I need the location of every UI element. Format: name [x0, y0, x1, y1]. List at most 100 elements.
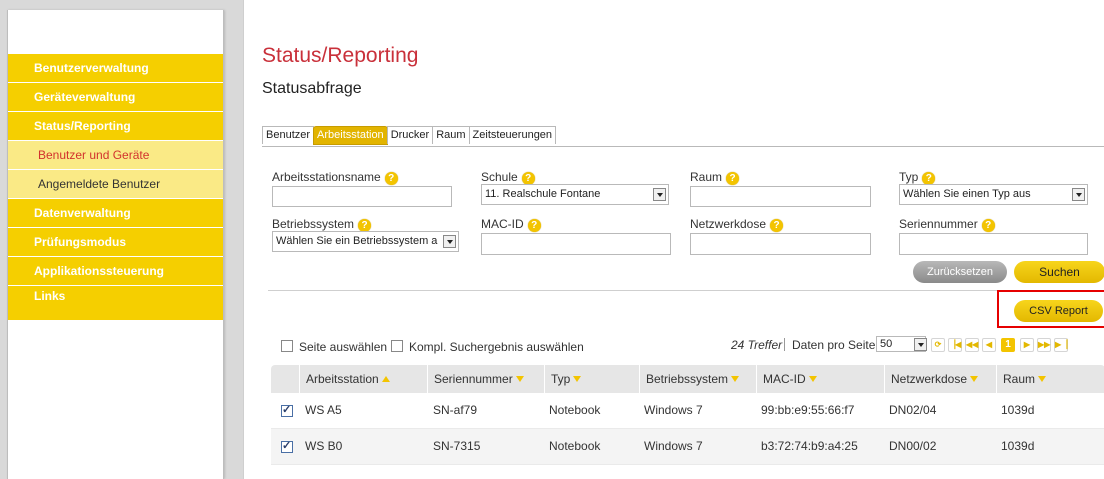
divider	[268, 290, 1104, 291]
column-header-macid[interactable]: MAC-ID	[756, 365, 884, 393]
macid-label-text: MAC-ID	[481, 217, 524, 231]
cell-macid: 99:bb:e9:55:66:f7	[761, 403, 855, 417]
help-icon[interactable]: ?	[384, 172, 398, 185]
cell-betriebssystem: Windows 7	[644, 439, 703, 453]
sidebar-item-links[interactable]: Links	[8, 286, 223, 321]
cell-netzwerkdose: DN02/04	[889, 403, 937, 417]
sidebar-item-benutzerverwaltung[interactable]: Benutzerverwaltung	[8, 54, 223, 83]
macid-input[interactable]	[481, 233, 671, 255]
column-header-label: MAC-ID	[763, 372, 806, 386]
help-icon[interactable]: ?	[527, 219, 541, 232]
chevron-down-icon[interactable]	[1072, 188, 1085, 201]
seriennummer-input[interactable]	[899, 233, 1088, 255]
cell-raum: 1039d	[1001, 439, 1035, 453]
sort-icon	[573, 376, 582, 382]
first-page-icon[interactable]: ▕◀	[948, 338, 962, 352]
sidebar-item-datenverwaltung[interactable]: Datenverwaltung	[8, 199, 223, 228]
sidebar-item-status-reporting[interactable]: Status/Reporting	[8, 112, 223, 141]
cell-seriennummer: SN-7315	[433, 439, 481, 453]
table-row	[271, 465, 1104, 477]
next-block-icon[interactable]: ▶▶	[1037, 338, 1051, 352]
tab-raum[interactable]: Raum	[432, 126, 470, 144]
betriebssystem-select[interactable]: Wählen Sie ein Betriebssystem a	[272, 231, 459, 252]
chevron-down-icon[interactable]	[653, 188, 666, 201]
betriebssystem-label: Betriebssystem?	[272, 217, 372, 232]
sort-icon	[515, 376, 524, 382]
cell-macid: b3:72:74:b9:a4:25	[761, 439, 858, 453]
cell-seriennummer: SN-af79	[433, 403, 478, 417]
typ-label: Typ?	[899, 170, 936, 185]
tab-drucker[interactable]: Drucker	[386, 126, 434, 144]
schule-select[interactable]: 11. Realschule Fontane	[481, 184, 669, 205]
last-page-icon[interactable]: ▶▕	[1054, 338, 1068, 352]
table-row[interactable]: WS A5 SN-af79 Notebook Windows 7 99:bb:e…	[271, 393, 1104, 429]
sort-icon	[731, 376, 740, 382]
refresh-icon[interactable]: ⟳	[931, 338, 945, 352]
arbeitsstationsname-input[interactable]	[272, 186, 452, 207]
prev-page-icon[interactable]: ◀	[982, 338, 996, 352]
select-all-label: Kompl. Suchergebnis auswählen	[409, 340, 584, 354]
tab-benutzer[interactable]: Benutzer	[262, 126, 315, 144]
sidebar-item-pruefungsmodus[interactable]: Prüfungsmodus	[8, 228, 223, 257]
arbeitsstationsname-label-text: Arbeitsstationsname	[272, 170, 381, 184]
prev-block-icon[interactable]: ◀◀	[965, 338, 979, 352]
column-header-betriebssystem[interactable]: Betriebssystem	[639, 365, 756, 393]
cell-netzwerkdose: DN00/02	[889, 439, 937, 453]
tab-arbeitsstation[interactable]: Arbeitsstation	[313, 126, 388, 145]
sidebar-item-applikationssteuerung[interactable]: Applikationssteuerung	[8, 257, 223, 286]
typ-label-text: Typ	[899, 170, 919, 184]
select-page-option[interactable]: Seite auswählen	[281, 340, 387, 354]
raum-input[interactable]	[690, 186, 871, 207]
column-header-seriennummer[interactable]: Seriennummer	[427, 365, 544, 393]
sort-asc-icon	[381, 376, 390, 382]
help-icon[interactable]: ?	[726, 172, 740, 185]
cell-raum: 1039d	[1001, 403, 1035, 417]
betriebssystem-label-text: Betriebssystem	[272, 217, 355, 231]
page-title: Status/Reporting	[262, 44, 419, 67]
typ-select-value: Wählen Sie einen Typ aus	[903, 188, 1031, 200]
select-page-label: Seite auswählen	[299, 340, 388, 354]
chevron-down-icon[interactable]	[443, 235, 456, 248]
next-page-icon[interactable]: ▶	[1020, 338, 1034, 352]
search-button[interactable]: Suchen	[1014, 261, 1104, 283]
typ-select[interactable]: Wählen Sie einen Typ aus	[899, 184, 1088, 205]
select-all-option[interactable]: Kompl. Suchergebnis auswählen	[391, 340, 584, 354]
netzwerkdose-label-text: Netzwerkdose	[690, 217, 767, 231]
tab-zeitsteuerungen[interactable]: Zeitsteuerungen	[468, 126, 557, 144]
column-header-raum[interactable]: Raum	[996, 365, 1104, 393]
csv-report-highlight	[997, 290, 1104, 328]
tab-divider	[262, 146, 1104, 147]
reset-button[interactable]: Zurücksetzen	[913, 261, 1007, 283]
hit-count: 24 Treffer	[731, 338, 783, 352]
column-header-label: Raum	[1003, 372, 1036, 386]
chevron-down-icon[interactable]	[914, 338, 927, 351]
cell-typ: Notebook	[549, 439, 601, 453]
left-frame: Benutzerverwaltung Geräteverwaltung Stat…	[0, 0, 243, 479]
column-header-label: Betriebssystem	[646, 372, 729, 386]
sort-icon	[970, 376, 979, 382]
column-header-typ[interactable]: Typ	[544, 365, 639, 393]
cell-betriebssystem: Windows 7	[644, 403, 703, 417]
column-header-arbeitsstation[interactable]: Arbeitsstation	[299, 365, 427, 393]
main-content: Status/Reporting Statusabfrage Benutzer A…	[243, 0, 1104, 479]
sidebar-subitem-angemeldete-benutzer[interactable]: Angemeldete Benutzer	[8, 170, 223, 199]
sidebar-subitem-benutzer-und-geraete[interactable]: Benutzer und Geräte	[8, 141, 223, 170]
row-checkbox[interactable]	[281, 403, 293, 417]
sort-icon	[808, 376, 817, 382]
help-icon[interactable]: ?	[770, 219, 784, 232]
checkbox[interactable]	[391, 340, 403, 352]
table-row[interactable]: WS B0 SN-7315 Notebook Windows 7 b3:72:7…	[271, 429, 1104, 465]
column-header-label: Arbeitsstation	[306, 372, 379, 386]
checkbox[interactable]	[281, 340, 293, 352]
help-icon[interactable]: ?	[981, 219, 995, 232]
netzwerkdose-label: Netzwerkdose?	[690, 217, 784, 232]
sidebar-item-geraeteverwaltung[interactable]: Geräteverwaltung	[8, 83, 223, 112]
pager-separator	[784, 338, 785, 351]
page-subtitle: Statusabfrage	[262, 80, 362, 97]
netzwerkdose-input[interactable]	[690, 233, 871, 255]
current-page-indicator[interactable]: 1	[1001, 338, 1015, 352]
seriennummer-label-text: Seriennummer	[899, 217, 978, 231]
betriebssystem-select-value: Wählen Sie ein Betriebssystem a	[276, 235, 438, 247]
row-checkbox[interactable]	[281, 439, 293, 453]
column-header-netzwerkdose[interactable]: Netzwerkdose	[884, 365, 996, 393]
